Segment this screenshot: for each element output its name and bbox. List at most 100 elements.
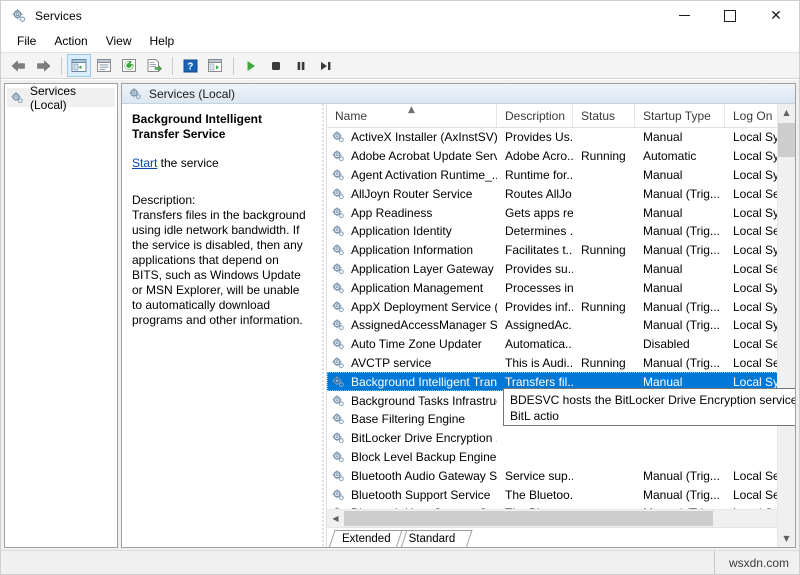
tree-item-services-local[interactable]: Services (Local) <box>7 88 115 107</box>
cell-name: Application Layer Gateway ... <box>327 262 497 276</box>
toolbar-separator <box>61 57 62 75</box>
menu-action[interactable]: Action <box>45 32 96 50</box>
column-header-description[interactable]: Description <box>497 104 573 127</box>
cell-name: Base Filtering Engine <box>327 412 497 426</box>
pause-service-button[interactable] <box>289 54 313 77</box>
cell-description: Transfers fil... <box>497 375 573 389</box>
menu-file[interactable]: File <box>8 32 45 50</box>
cell-name: BitLocker Drive Encryption ... <box>327 431 497 445</box>
table-row[interactable]: Application IdentityDetermines ...Manual… <box>327 222 795 241</box>
cell-name-label: Application Management <box>351 281 483 295</box>
column-header-startup-type[interactable]: Startup Type <box>635 104 725 127</box>
cell-description: Provides Us... <box>497 130 573 144</box>
cell-startup-type: Manual (Trig... <box>635 318 725 332</box>
table-row[interactable]: AppX Deployment Service (...Provides inf… <box>327 297 795 316</box>
services-list: ▲ Name Description Status Startup Type <box>326 104 795 547</box>
menu-bar: File Action View Help <box>1 30 799 52</box>
horizontal-scrollbar[interactable]: ◀ ▶ <box>327 509 795 527</box>
column-header-name[interactable]: ▲ Name <box>327 104 497 127</box>
show-hide-action-pane-button[interactable] <box>203 54 227 77</box>
table-row[interactable]: Bluetooth Audio Gateway S...Service sup.… <box>327 466 795 485</box>
export-list-button[interactable] <box>142 54 166 77</box>
back-button[interactable] <box>6 54 30 77</box>
menu-help[interactable]: Help <box>141 32 184 50</box>
cell-description: Gets apps re... <box>497 206 573 220</box>
table-row[interactable]: ActiveX Installer (AxInstSV)Provides Us.… <box>327 128 795 147</box>
menu-view[interactable]: View <box>97 32 141 50</box>
close-button[interactable]: ✕ <box>753 1 799 30</box>
column-header-status-label: Status <box>581 109 615 123</box>
cell-name-label: Background Intelligent Tran... <box>351 375 497 389</box>
table-row[interactable]: App ReadinessGets apps re...ManualLocal … <box>327 203 795 222</box>
show-hide-console-tree-button[interactable] <box>67 54 91 77</box>
services-gear-icon <box>10 7 28 25</box>
vertical-scroll-thumb[interactable] <box>778 123 795 157</box>
services-gear-icon <box>331 394 346 408</box>
scroll-up-icon[interactable]: ▲ <box>778 104 795 121</box>
cell-name: Application Identity <box>327 224 497 238</box>
cell-name: AllJoyn Router Service <box>327 187 497 201</box>
cell-status: Running <box>573 149 635 163</box>
vertical-scroll-track[interactable] <box>778 121 795 530</box>
cell-name: AppX Deployment Service (... <box>327 300 497 314</box>
cell-startup-type: Manual <box>635 262 725 276</box>
table-row[interactable]: AllJoyn Router ServiceRoutes AllJo...Man… <box>327 184 795 203</box>
scroll-down-icon[interactable]: ▼ <box>778 530 795 547</box>
toolbar: ? <box>1 52 799 79</box>
restart-service-button[interactable] <box>314 54 338 77</box>
services-gear-icon <box>331 412 346 426</box>
column-header-status[interactable]: Status <box>573 104 635 127</box>
start-service-button[interactable] <box>239 54 263 77</box>
window-controls: ✕ <box>661 1 799 30</box>
tab-standard-label: Standard <box>409 533 456 545</box>
cell-name-label: ActiveX Installer (AxInstSV) <box>351 130 497 144</box>
cell-name-label: Base Filtering Engine <box>351 412 465 426</box>
services-gear-icon <box>331 318 346 332</box>
cell-name: Background Tasks Infrastruc... <box>327 394 497 408</box>
cell-name: Adobe Acrobat Update Serv... <box>327 149 497 163</box>
refresh-button[interactable] <box>117 54 141 77</box>
properties-button[interactable] <box>92 54 116 77</box>
service-action-line: Start the service <box>132 156 311 171</box>
table-row[interactable]: Application ManagementProcesses in...Man… <box>327 278 795 297</box>
table-row[interactable]: Agent Activation Runtime_...Runtime for.… <box>327 166 795 185</box>
services-gear-icon <box>331 300 346 314</box>
cell-name-label: BitLocker Drive Encryption ... <box>351 431 497 445</box>
cell-name-label: Background Tasks Infrastruc... <box>351 394 497 408</box>
stop-service-button[interactable] <box>264 54 288 77</box>
tab-standard[interactable]: Standard <box>396 530 467 547</box>
cell-log-on: Local Sy <box>725 149 785 163</box>
cell-startup-type: Manual (Trig... <box>635 469 725 483</box>
cell-name: Agent Activation Runtime_... <box>327 168 497 182</box>
table-row[interactable]: Auto Time Zone UpdaterAutomatica...Disab… <box>327 335 795 354</box>
maximize-button[interactable] <box>707 1 753 30</box>
forward-button[interactable] <box>31 54 55 77</box>
table-row[interactable]: AssignedAccessManager Se...AssignedAc...… <box>327 316 795 335</box>
scroll-left-icon[interactable]: ◀ <box>327 510 344 527</box>
cell-startup-type: Manual (Trig... <box>635 300 725 314</box>
cell-name-label: Application Information <box>351 243 473 257</box>
table-row[interactable]: Application InformationFacilitates t...R… <box>327 241 795 260</box>
column-header-log-on[interactable]: Log On <box>725 104 785 127</box>
minimize-button[interactable] <box>661 1 707 30</box>
help-button[interactable]: ? <box>178 54 202 77</box>
start-service-link[interactable]: Start <box>132 156 157 170</box>
vertical-scrollbar[interactable]: ▲ ▼ <box>777 104 795 547</box>
horizontal-scroll-track[interactable] <box>344 510 778 527</box>
services-gear-icon <box>331 130 346 144</box>
table-row[interactable]: AVCTP serviceThis is Audi...RunningManua… <box>327 354 795 373</box>
cell-log-on: Local Sy <box>725 318 785 332</box>
cell-log-on: Local Sy <box>725 168 785 182</box>
table-row[interactable]: Adobe Acrobat Update Serv...Adobe Acro..… <box>327 147 795 166</box>
toolbar-separator-2 <box>172 57 173 75</box>
table-row[interactable]: BitLocker Drive Encryption ... <box>327 429 795 448</box>
cell-startup-type: Manual <box>635 168 725 182</box>
tab-extended[interactable]: Extended <box>329 530 402 547</box>
table-row[interactable]: Block Level Backup Engine ... <box>327 448 795 467</box>
service-details-panel: Background Intelligent Transfer Service … <box>122 104 321 547</box>
sort-ascending-icon: ▲ <box>408 105 415 115</box>
svg-text:?: ? <box>187 61 193 72</box>
table-row[interactable]: Bluetooth Support ServiceThe Bluetoo...M… <box>327 485 795 504</box>
table-row[interactable]: Application Layer Gateway ...Provides su… <box>327 260 795 279</box>
horizontal-scroll-thumb[interactable] <box>344 511 713 526</box>
